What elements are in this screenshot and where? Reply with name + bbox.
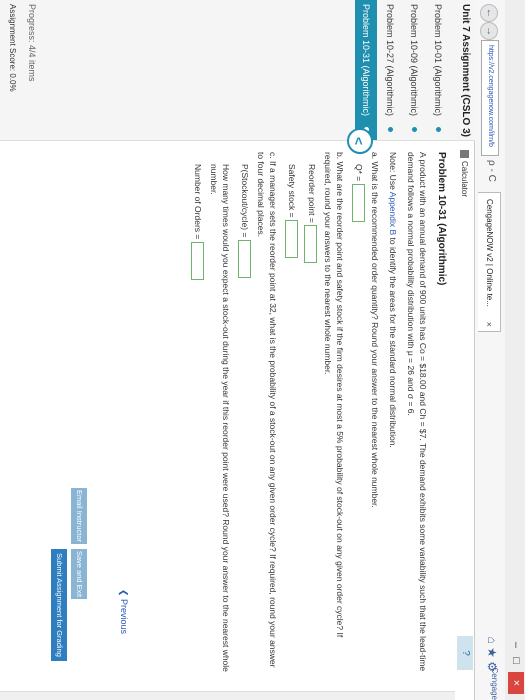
- part-c-question: c. If a manager sets the reorder point a…: [256, 152, 279, 668]
- assignment-sidebar: Unit 7 Assignment (CSLO 3) Problem 10-01…: [0, 0, 475, 141]
- note-prefix: Note: Use: [388, 152, 398, 192]
- save-exit-button[interactable]: Save and Exit: [71, 549, 87, 599]
- sidebar-item-label: Problem 10-27 (Algorithmic): [385, 4, 395, 117]
- page-scrollbar[interactable]: [0, 691, 455, 700]
- window-close-button[interactable]: ×: [508, 672, 524, 694]
- browser-toolbar: ← → https://v2.cengagenow.com/ilrn/b ρ -…: [474, 0, 505, 700]
- corner-tab[interactable]: Cengage: [490, 668, 499, 700]
- restore-button[interactable]: □: [510, 657, 522, 664]
- safety-stock-input[interactable]: [285, 220, 299, 258]
- forward-button[interactable]: →: [480, 22, 498, 40]
- sidebar-item-label: Problem 10-09 (Algorithmic): [409, 4, 419, 117]
- previous-link[interactable]: ❮ Previous: [118, 589, 129, 634]
- qstar-input[interactable]: [351, 183, 365, 222]
- progress-text: Progress: 4/4 items: [27, 4, 37, 82]
- tab-title: CengageNOW v2 | Online te...: [485, 199, 494, 307]
- pstockout-input[interactable]: [238, 239, 251, 278]
- pstockout-row: P(Stockout/cycle) =: [238, 164, 251, 672]
- calculator-label: Calculator: [460, 161, 469, 198]
- orders-row: Number of Orders =: [190, 164, 204, 672]
- sidebar-item-label: Problem 10-01 (Algorithmic): [433, 4, 443, 117]
- search-refresh-icons[interactable]: ρ - C: [486, 160, 497, 182]
- minimize-button[interactable]: –: [510, 642, 522, 648]
- appendix-b-link[interactable]: Appendix B: [388, 192, 398, 235]
- note-suffix: to identify the areas for the standard n…: [388, 235, 398, 448]
- problem-intro: A product with an annual demand of 900 u…: [406, 152, 428, 672]
- safety-label: Safety stock =: [287, 164, 298, 218]
- problem-note: Note: Use Appendix B to identify the are…: [387, 152, 399, 672]
- calculator-icon: [459, 150, 469, 158]
- window-titlebar: – □ ×: [505, 0, 525, 700]
- safety-row: Safety stock =: [285, 164, 299, 672]
- sidebar-item-problem-10-09[interactable]: Problem 10-09 (Algorithmic): [403, 0, 425, 140]
- part-c2-question: How many times would you expect a stock-…: [209, 164, 231, 672]
- qstar-row: Q* =: [351, 164, 365, 672]
- sidebar-item-label: Problem 10-31 (Algorithmic): [361, 4, 371, 117]
- qstar-label: Q* =: [354, 164, 364, 182]
- browser-tab[interactable]: CengageNOW v2 | Online te... ×: [478, 192, 501, 332]
- assignment-score: Assignment Score: 0.0%: [8, 4, 17, 92]
- problem-content: Problem 10-31 (Algorithmic) A product wi…: [185, 152, 447, 672]
- address-bar[interactable]: https://v2.cengagenow.com/ilrn/b: [481, 40, 499, 156]
- rotated-screen: – □ × ← → https://v2.cengagenow.com/ilrn…: [0, 0, 525, 700]
- collapse-sidebar-button[interactable]: <: [347, 128, 373, 154]
- status-dot-icon: [388, 127, 393, 132]
- reorder-label: Reorder point =: [306, 164, 317, 223]
- calculator-link[interactable]: Calculator: [459, 150, 469, 198]
- submit-assignment-button[interactable]: Submit Assignment for Grading: [51, 549, 67, 661]
- email-instructor-button[interactable]: Email Instructor: [71, 488, 87, 544]
- reorder-point-input[interactable]: [304, 225, 318, 264]
- back-button[interactable]: ←: [480, 4, 498, 22]
- help-icon[interactable]: ?: [457, 636, 473, 670]
- part-a-question: a. What is the recommended order quantit…: [370, 152, 380, 508]
- part-b-question: b. What are the reorder point and safety…: [322, 152, 345, 638]
- reorder-row: Reorder point =: [304, 164, 318, 672]
- pstockout-label: P(Stockout/cycle) =: [240, 164, 251, 238]
- unit-title: Unit 7 Assignment (CSLO 3): [460, 4, 471, 137]
- status-dot-icon: [436, 127, 441, 132]
- sidebar-item-problem-10-31[interactable]: Problem 10-31 (Algorithmic): [355, 0, 377, 140]
- orders-input[interactable]: [190, 241, 204, 280]
- sidebar-item-problem-10-01[interactable]: Problem 10-01 (Algorithmic): [427, 0, 449, 140]
- orders-label: Number of Orders =: [193, 164, 203, 240]
- problem-title: Problem 10-31 (Algorithmic): [436, 152, 447, 286]
- sidebar-item-problem-10-27[interactable]: Problem 10-27 (Algorithmic): [379, 0, 401, 140]
- tab-close-icon[interactable]: ×: [478, 322, 500, 327]
- status-dot-icon: [412, 127, 417, 132]
